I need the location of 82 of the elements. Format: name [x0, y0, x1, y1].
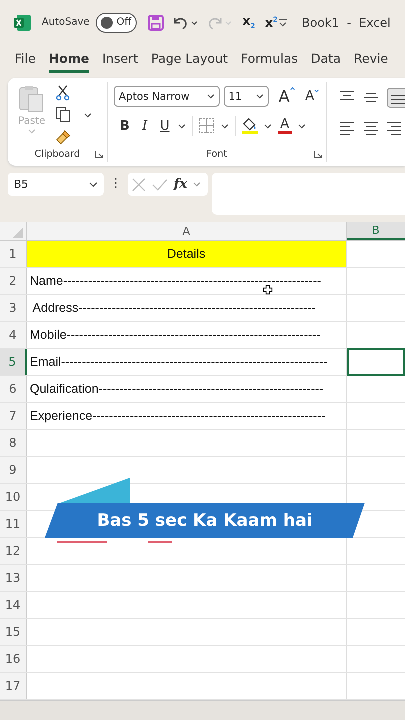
underline-mark	[148, 541, 172, 543]
copy-icon[interactable]	[56, 107, 72, 123]
row-header[interactable]: 7	[0, 403, 27, 429]
row-header[interactable]: 6	[0, 376, 27, 402]
bold-button[interactable]: B	[118, 118, 132, 134]
cell-text: Mobile-------------------------------------------------------------	[30, 328, 321, 342]
checkmark-icon[interactable]	[152, 178, 168, 190]
italic-button[interactable]: I	[138, 118, 152, 134]
cell-text: Email----------------------------------------------------------------	[30, 356, 328, 368]
row-header[interactable]: 2	[0, 268, 27, 294]
ribbon-tab[interactable]: Home	[48, 45, 90, 73]
underline-button[interactable]: U	[158, 118, 172, 134]
quick-access-button[interactable]: x$_{2}$	[242, 14, 256, 31]
dialog-launcher-icon[interactable]	[314, 150, 323, 158]
align-bottom-icon[interactable]	[387, 88, 405, 108]
scissors-icon[interactable]	[56, 85, 70, 101]
row-header[interactable]: 10	[0, 484, 27, 510]
caret-icon	[256, 94, 264, 99]
caret-icon[interactable]	[264, 124, 272, 128]
cell-text: Address---------------------------------------------------------	[32, 302, 316, 314]
row-header[interactable]: 14	[0, 592, 27, 618]
font-color-button[interactable]: A	[278, 118, 292, 134]
row-header[interactable]: 9	[0, 457, 27, 483]
cell-text: Qulaification------------------------------------------------------	[30, 382, 324, 396]
ribbon-tab[interactable]: Data	[306, 45, 346, 73]
caret-icon	[28, 129, 36, 134]
caret-up-icon	[290, 87, 296, 91]
align-left-icon[interactable]	[339, 122, 355, 136]
ribbon-tab[interactable]: Insert	[97, 45, 144, 73]
caret-icon[interactable]	[221, 124, 229, 128]
group-label: Font	[206, 148, 228, 160]
more-options-button[interactable]: ⋮	[110, 176, 122, 190]
customize-caret-icon[interactable]	[278, 18, 288, 28]
column-header[interactable]: B	[347, 222, 405, 240]
insert-function-button[interactable]: fx	[174, 177, 188, 192]
row-header[interactable]: 1	[0, 241, 27, 267]
font-size-dropdown[interactable]: 11	[224, 86, 269, 107]
row-header[interactable]: 4	[0, 322, 27, 348]
caret-down-icon	[314, 89, 320, 93]
banner-text: Bas 5 sec Ka Kaam hai	[97, 510, 313, 530]
cell-text: Name--------------------------------------------------------------	[30, 274, 322, 288]
borders-icon[interactable]	[199, 118, 215, 134]
cell-text: Details	[167, 248, 206, 260]
grow-font-button[interactable]: A	[278, 87, 296, 106]
autosave-label: AutoSave	[42, 17, 90, 28]
shrink-font-button[interactable]: A	[305, 89, 320, 104]
align-middle-icon[interactable]	[363, 91, 379, 105]
align-center-icon[interactable]	[363, 122, 379, 136]
brush-icon[interactable]	[56, 129, 72, 145]
cell-text: Experience--------------------------------------------------------	[30, 410, 326, 422]
row-header[interactable]: 5	[0, 349, 27, 375]
row-header[interactable]: 16	[0, 646, 27, 672]
caret-icon	[206, 94, 215, 99]
align-right-icon[interactable]	[387, 122, 401, 136]
row-header[interactable]: 13	[0, 565, 27, 591]
underline-mark	[57, 541, 107, 543]
ribbon-tab[interactable]: Page Layout	[146, 45, 234, 73]
row-header[interactable]: 15	[0, 619, 27, 645]
excel-logo-icon	[14, 14, 32, 32]
caret-icon[interactable]	[298, 124, 306, 128]
ribbon-tab[interactable]: File	[10, 45, 41, 73]
dialog-launcher-icon[interactable]	[95, 150, 104, 158]
formula-input-field[interactable]	[212, 173, 405, 215]
caret-icon[interactable]	[84, 112, 92, 118]
autosave-toggle[interactable]: Off	[96, 12, 137, 32]
selected-cell[interactable]	[347, 348, 405, 376]
row-header[interactable]: 8	[0, 430, 27, 456]
fill-color-icon[interactable]	[242, 117, 258, 135]
ribbon-tab[interactable]: Formulas	[236, 45, 304, 73]
group-label: Clipboard	[34, 148, 80, 160]
row-header[interactable]: 17	[0, 673, 27, 699]
font-name-dropdown[interactable]: Aptos Narrow	[114, 86, 220, 107]
save-icon[interactable]	[146, 14, 165, 32]
quick-access-button[interactable]: x$^{2}$	[265, 16, 278, 30]
window-title: Book1 - Excel	[302, 16, 391, 30]
row-header[interactable]: 3	[0, 295, 27, 321]
row-header[interactable]: 12	[0, 538, 27, 564]
row-header[interactable]: 11	[0, 511, 27, 537]
ribbon-tab[interactable]: Revie	[349, 45, 394, 73]
caret-icon[interactable]	[178, 124, 186, 128]
name-box[interactable]: B5	[8, 173, 104, 196]
cursor-icon	[263, 285, 273, 295]
